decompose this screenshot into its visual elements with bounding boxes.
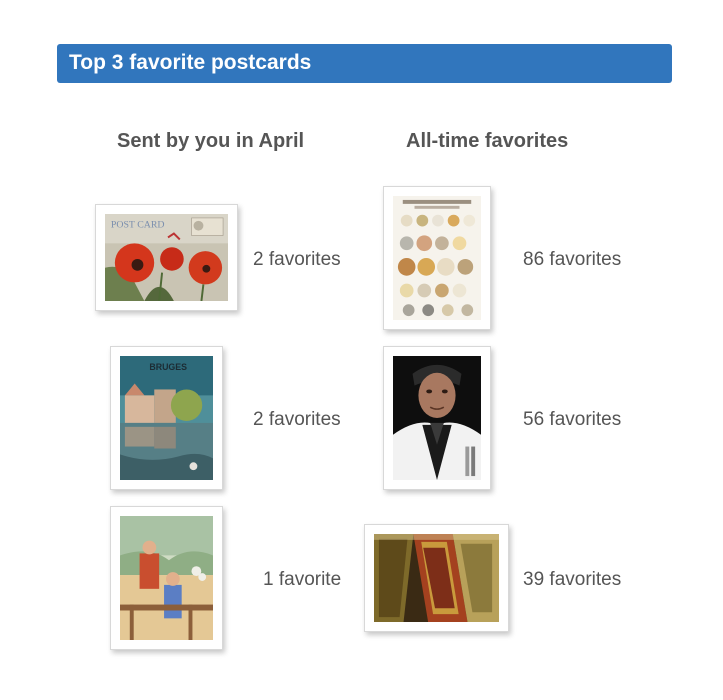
poppies-postcard-image: POST CARD	[105, 214, 228, 301]
section-title: Top 3 favorite postcards	[69, 51, 312, 74]
favorites-count: 86 favorites	[523, 249, 622, 270]
cheese-chart-postcard-image	[393, 196, 481, 320]
children-painting-postcard-image	[120, 516, 213, 640]
postcard-thumbnail[interactable]	[364, 524, 509, 632]
actor-portrait-postcard-image	[393, 356, 481, 480]
sent-column-heading: Sent by you in April	[117, 130, 305, 152]
postcard-thumbnail[interactable]	[110, 506, 223, 650]
favorites-count: 2 favorites	[253, 249, 341, 270]
favorites-count: 56 favorites	[523, 409, 622, 430]
alltime-column-heading: All-time favorites	[406, 130, 569, 152]
favorites-count: 39 favorites	[523, 569, 622, 590]
section-header: Top 3 favorite postcards	[57, 44, 672, 83]
favorites-count: 1 favorite	[263, 569, 342, 590]
favorites-count: 2 favorites	[253, 409, 341, 430]
abstract-frames-postcard-image	[374, 534, 499, 622]
svg-text:BRUGES: BRUGES	[149, 362, 187, 372]
postcard-thumbnail[interactable]: BRUGES	[110, 346, 223, 490]
svg-text:POST CARD: POST CARD	[111, 220, 165, 231]
postcard-thumbnail[interactable]	[383, 186, 491, 330]
postcard-thumbnail[interactable]	[383, 346, 491, 490]
postcard-thumbnail[interactable]: POST CARD	[95, 204, 238, 311]
favorite-postcards-panel: Top 3 favorite postcards Sent by you in …	[0, 0, 723, 700]
bruges-canal-postcard-image: BRUGES	[120, 356, 213, 480]
